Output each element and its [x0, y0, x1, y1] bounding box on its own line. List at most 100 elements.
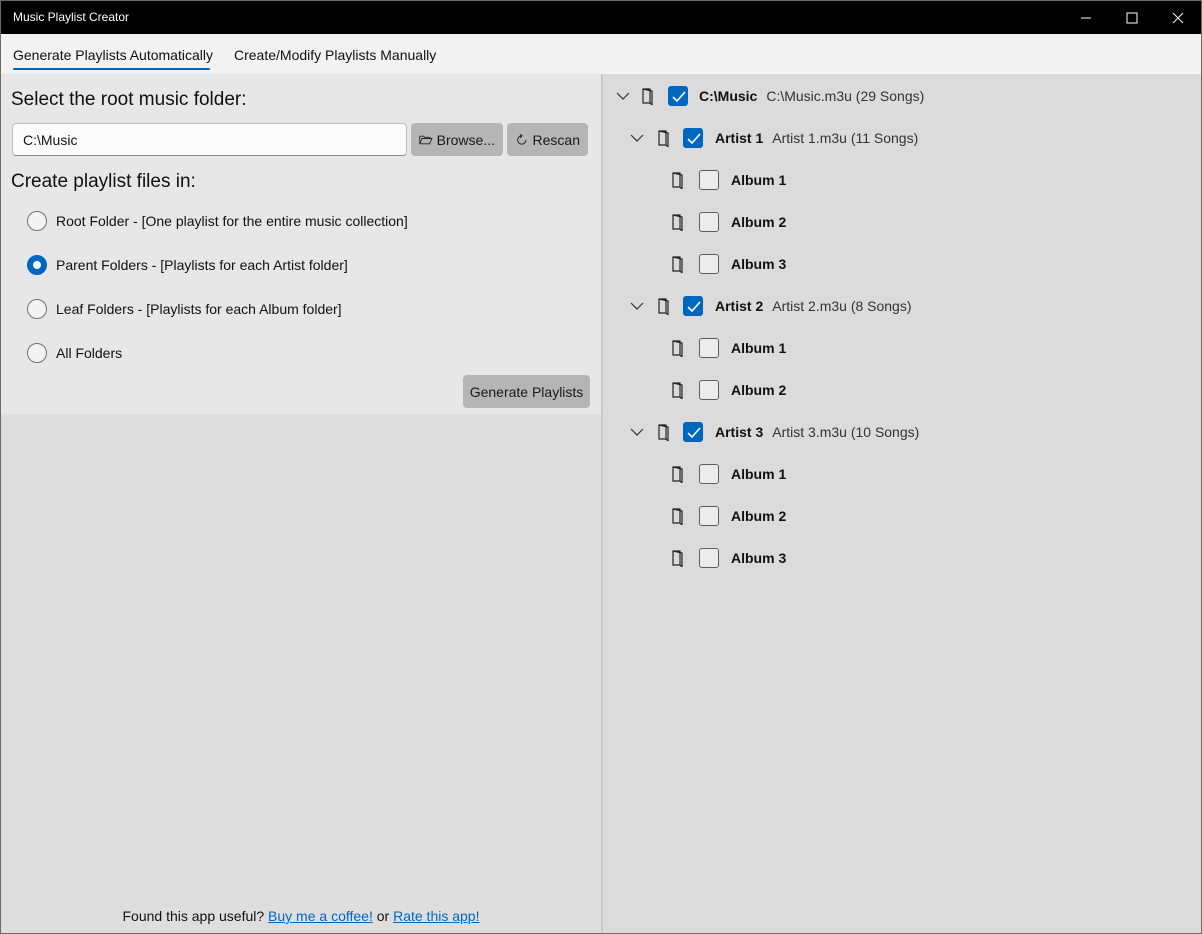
tree-node-artist[interactable]: Artist 2 Artist 2.m3u (8 Songs)	[629, 294, 912, 318]
folder-icon	[672, 466, 683, 483]
artist-checkbox[interactable]	[683, 422, 703, 442]
album-checkbox[interactable]	[699, 380, 719, 400]
radio-parent-folders[interactable]	[27, 255, 47, 275]
node-name: Album 3	[731, 550, 787, 566]
tab-generate-automatically[interactable]: Generate Playlists Automatically	[13, 47, 213, 63]
checkmark-icon	[687, 427, 701, 439]
tree-node-root[interactable]: C:\Music C:\Music.m3u (29 Songs)	[615, 84, 924, 108]
option-label: All Folders	[56, 345, 123, 361]
folder-icon	[672, 214, 683, 231]
folder-icon	[658, 298, 669, 315]
node-playlist-info: Artist 1.m3u (11 Songs)	[772, 130, 919, 146]
node-name: Album 1	[731, 466, 787, 482]
tree-node-album[interactable]: Album 2	[671, 504, 786, 528]
option-label: Leaf Folders - [Playlists for each Album…	[56, 301, 342, 317]
tree-node-album[interactable]: Album 2	[671, 378, 786, 402]
tree-node-album[interactable]: Album 3	[671, 252, 786, 276]
chevron-down-icon[interactable]	[629, 424, 645, 440]
album-checkbox[interactable]	[699, 464, 719, 484]
close-button[interactable]	[1155, 1, 1201, 34]
option-root-folder[interactable]: Root Folder - [One playlist for the enti…	[27, 210, 408, 232]
rescan-button[interactable]: Rescan	[507, 123, 588, 156]
buy-coffee-link[interactable]: Buy me a coffee!	[268, 908, 373, 924]
node-name: Album 3	[731, 256, 787, 272]
close-icon	[1172, 12, 1184, 24]
generate-playlists-button[interactable]: Generate Playlists	[463, 375, 590, 408]
checkmark-icon	[687, 133, 701, 145]
option-all-folders[interactable]: All Folders	[27, 342, 122, 364]
folder-tree: C:\Music C:\Music.m3u (29 Songs) Artist …	[603, 74, 1201, 933]
active-tab-indicator	[13, 68, 210, 70]
node-name: Album 2	[731, 382, 787, 398]
node-name: Artist 3	[715, 424, 764, 440]
checkmark-icon	[687, 301, 701, 313]
node-name: Artist 2	[715, 298, 764, 314]
window-title: Music Playlist Creator	[13, 10, 130, 24]
artist-checkbox[interactable]	[683, 296, 703, 316]
folder-icon	[658, 424, 669, 441]
node-playlist-info: C:\Music.m3u (29 Songs)	[766, 88, 925, 104]
tree-node-album[interactable]: Album 1	[671, 168, 786, 192]
folder-icon	[672, 172, 683, 189]
album-checkbox[interactable]	[699, 338, 719, 358]
option-label: Parent Folders - [Playlists for each Art…	[56, 257, 348, 273]
root-folder-input[interactable]	[12, 123, 407, 156]
tree-node-album[interactable]: Album 2	[671, 210, 786, 234]
browse-label: Browse...	[436, 131, 495, 148]
radio-all-folders[interactable]	[27, 343, 47, 363]
minimize-icon	[1081, 17, 1091, 19]
footer: Found this app useful? Buy me a coffee! …	[1, 908, 601, 924]
tab-bar: Generate Playlists Automatically Create/…	[1, 34, 1201, 74]
album-checkbox[interactable]	[699, 170, 719, 190]
folder-icon	[672, 256, 683, 273]
left-pane: Select the root music folder: Browse... …	[1, 74, 601, 933]
folder-icon	[658, 130, 669, 147]
root-folder-heading: Select the root music folder:	[11, 89, 247, 110]
tree-node-album[interactable]: Album 3	[671, 546, 786, 570]
tree-node-artist[interactable]: Artist 3 Artist 3.m3u (10 Songs)	[629, 420, 919, 444]
album-checkbox[interactable]	[699, 548, 719, 568]
checkmark-icon	[672, 91, 686, 103]
node-playlist-info: Artist 2.m3u (8 Songs)	[772, 298, 912, 314]
folder-icon	[672, 340, 683, 357]
tree-node-album[interactable]: Album 1	[671, 462, 786, 486]
option-label: Root Folder - [One playlist for the enti…	[56, 213, 408, 229]
radio-root-folder[interactable]	[27, 211, 47, 231]
node-name: Album 1	[731, 172, 787, 188]
folder-icon	[642, 88, 653, 105]
node-playlist-info: Artist 3.m3u (10 Songs)	[772, 424, 920, 440]
tree-node-artist[interactable]: Artist 1 Artist 1.m3u (11 Songs)	[629, 126, 918, 150]
folder-icon	[672, 508, 683, 525]
album-checkbox[interactable]	[699, 506, 719, 526]
rate-app-link[interactable]: Rate this app!	[393, 908, 479, 924]
rescan-label: Rescan	[532, 131, 580, 148]
maximize-icon	[1126, 12, 1138, 24]
folder-icon	[672, 382, 683, 399]
tab-create-modify-manually[interactable]: Create/Modify Playlists Manually	[234, 47, 436, 63]
maximize-button[interactable]	[1109, 1, 1155, 34]
node-name: Album 1	[731, 340, 787, 356]
node-name: Artist 1	[715, 130, 764, 146]
node-name: Album 2	[731, 214, 787, 230]
refresh-icon	[517, 133, 527, 145]
artist-checkbox[interactable]	[683, 128, 703, 148]
radio-leaf-folders[interactable]	[27, 299, 47, 319]
folder-open-icon	[419, 135, 433, 144]
album-checkbox[interactable]	[699, 212, 719, 232]
chevron-down-icon[interactable]	[629, 130, 645, 146]
option-leaf-folders[interactable]: Leaf Folders - [Playlists for each Album…	[27, 298, 342, 320]
tree-node-album[interactable]: Album 1	[671, 336, 786, 360]
chevron-down-icon[interactable]	[629, 298, 645, 314]
chevron-down-icon[interactable]	[615, 88, 631, 104]
footer-or: or	[376, 908, 390, 924]
root-checkbox[interactable]	[668, 86, 688, 106]
footer-text: Found this app useful?	[122, 908, 265, 924]
create-playlists-heading: Create playlist files in:	[11, 171, 196, 192]
folder-icon	[672, 550, 683, 567]
minimize-button[interactable]	[1063, 1, 1109, 34]
album-checkbox[interactable]	[699, 254, 719, 274]
option-parent-folders[interactable]: Parent Folders - [Playlists for each Art…	[27, 254, 348, 276]
node-name: C:\Music	[699, 88, 758, 104]
browse-button[interactable]: Browse...	[411, 123, 503, 156]
node-name: Album 2	[731, 508, 787, 524]
